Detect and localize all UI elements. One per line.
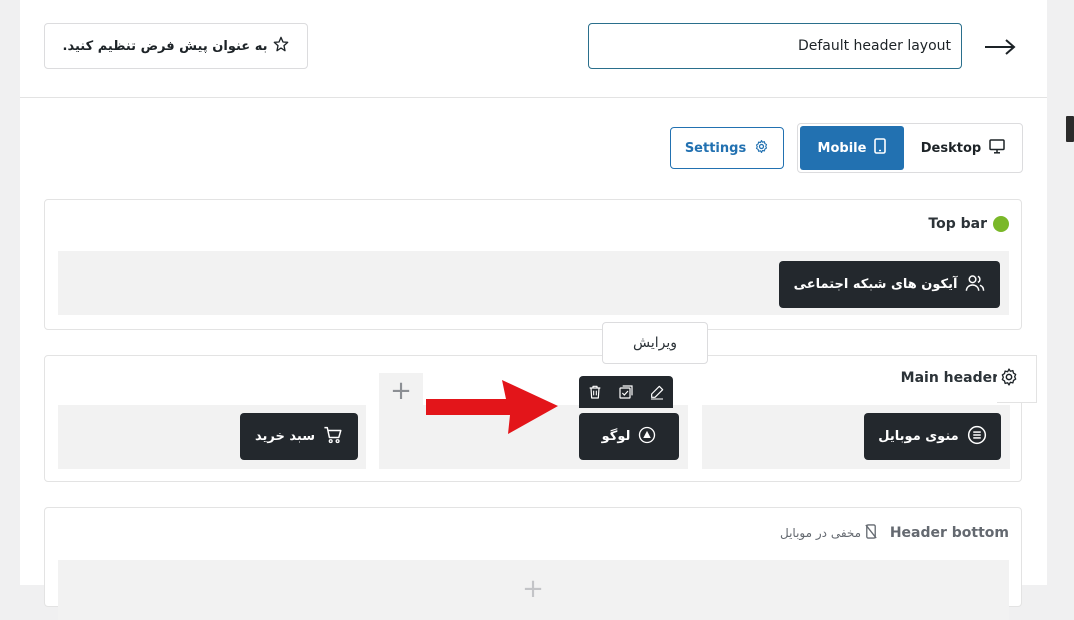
desktop-tab-label: Desktop — [920, 140, 982, 156]
users-icon — [965, 274, 985, 296]
top-bar-title: Top bar — [928, 216, 987, 232]
tab-mobile[interactable]: Mobile — [800, 126, 904, 170]
gear-icon — [754, 139, 769, 158]
social-icons-label: آیکون های شبکه اجتماعی — [793, 277, 958, 292]
chip-logo[interactable]: لوگو — [579, 413, 679, 460]
main-header-title-row: Main header — [901, 370, 999, 386]
logo-triangle-icon — [638, 426, 656, 448]
mobile-tab-label: Mobile — [817, 140, 867, 156]
header-bottom-title: Header bottom — [889, 525, 1009, 541]
star-icon — [273, 36, 289, 56]
settings-label: Settings — [684, 140, 747, 156]
top-bar-title-row: Top bar — [928, 216, 1009, 232]
tab-desktop[interactable]: Desktop — [906, 126, 1020, 170]
mobile-off-icon — [865, 524, 877, 542]
header-builder-panel: به عنوان پیش فرض تنظیم کنید. Mobile Desk… — [20, 0, 1047, 620]
section-top-bar: Top bar آیکون های شبکه اجتماعی — [44, 199, 1022, 330]
header-divider — [20, 97, 1047, 98]
chip-toolbar — [579, 376, 673, 408]
edit-tooltip: ویرایش — [602, 322, 708, 364]
main-header-settings-tab[interactable] — [997, 355, 1037, 403]
settings-button[interactable]: Settings — [670, 127, 784, 169]
cart-label: سبد خرید — [255, 429, 315, 444]
chip-mobile-menu[interactable]: منوی موبایل — [864, 413, 1001, 460]
hamburger-circle-icon — [967, 425, 987, 449]
hidden-note-label: مخفی در موبایل — [780, 526, 862, 540]
monitor-icon — [989, 138, 1005, 158]
chip-social-icons[interactable]: آیکون های شبکه اجتماعی — [779, 261, 1000, 308]
chip-cart[interactable]: سبد خرید — [240, 413, 358, 460]
back-arrow-icon[interactable] — [980, 32, 1020, 62]
hidden-on-mobile-note: مخفی در موبایل — [780, 524, 877, 542]
main-header-left-zone[interactable]: سبد خرید — [58, 405, 366, 469]
header-bottom-dropzone[interactable]: + — [58, 560, 1009, 620]
pencil-icon[interactable] — [646, 381, 668, 403]
set-default-button[interactable]: به عنوان پیش فرض تنظیم کنید. — [44, 23, 308, 69]
edit-tooltip-label: ویرایش — [632, 335, 678, 351]
gear-icon — [999, 367, 1019, 391]
mobile-menu-label: منوی موبایل — [878, 429, 959, 444]
smartphone-icon — [874, 138, 887, 158]
section-header-bottom: Header bottom + — [44, 507, 1022, 620]
main-header-right-zone[interactable]: منوی موبایل — [702, 405, 1010, 469]
main-header-title: Main header — [900, 370, 999, 386]
cart-icon — [323, 426, 343, 448]
add-element-button-bottom[interactable]: + — [518, 574, 548, 604]
copy-check-icon[interactable] — [615, 381, 637, 403]
layout-name-input[interactable] — [588, 23, 962, 69]
header-bottom-title-row: Header bottom — [890, 525, 1009, 541]
logo-label: لوگو — [601, 429, 631, 444]
status-dot-icon — [993, 216, 1009, 232]
add-element-button[interactable]: + — [386, 376, 416, 406]
top-bar-dropzone[interactable]: آیکون های شبکه اجتماعی — [58, 251, 1009, 315]
annotation-arrow-icon — [426, 380, 558, 434]
trash-icon[interactable] — [584, 381, 606, 403]
set-default-label: به عنوان پیش فرض تنظیم کنید. — [62, 38, 268, 54]
device-switch: Mobile Desktop — [797, 123, 1023, 173]
scrollbar-thumb[interactable] — [1066, 116, 1074, 142]
